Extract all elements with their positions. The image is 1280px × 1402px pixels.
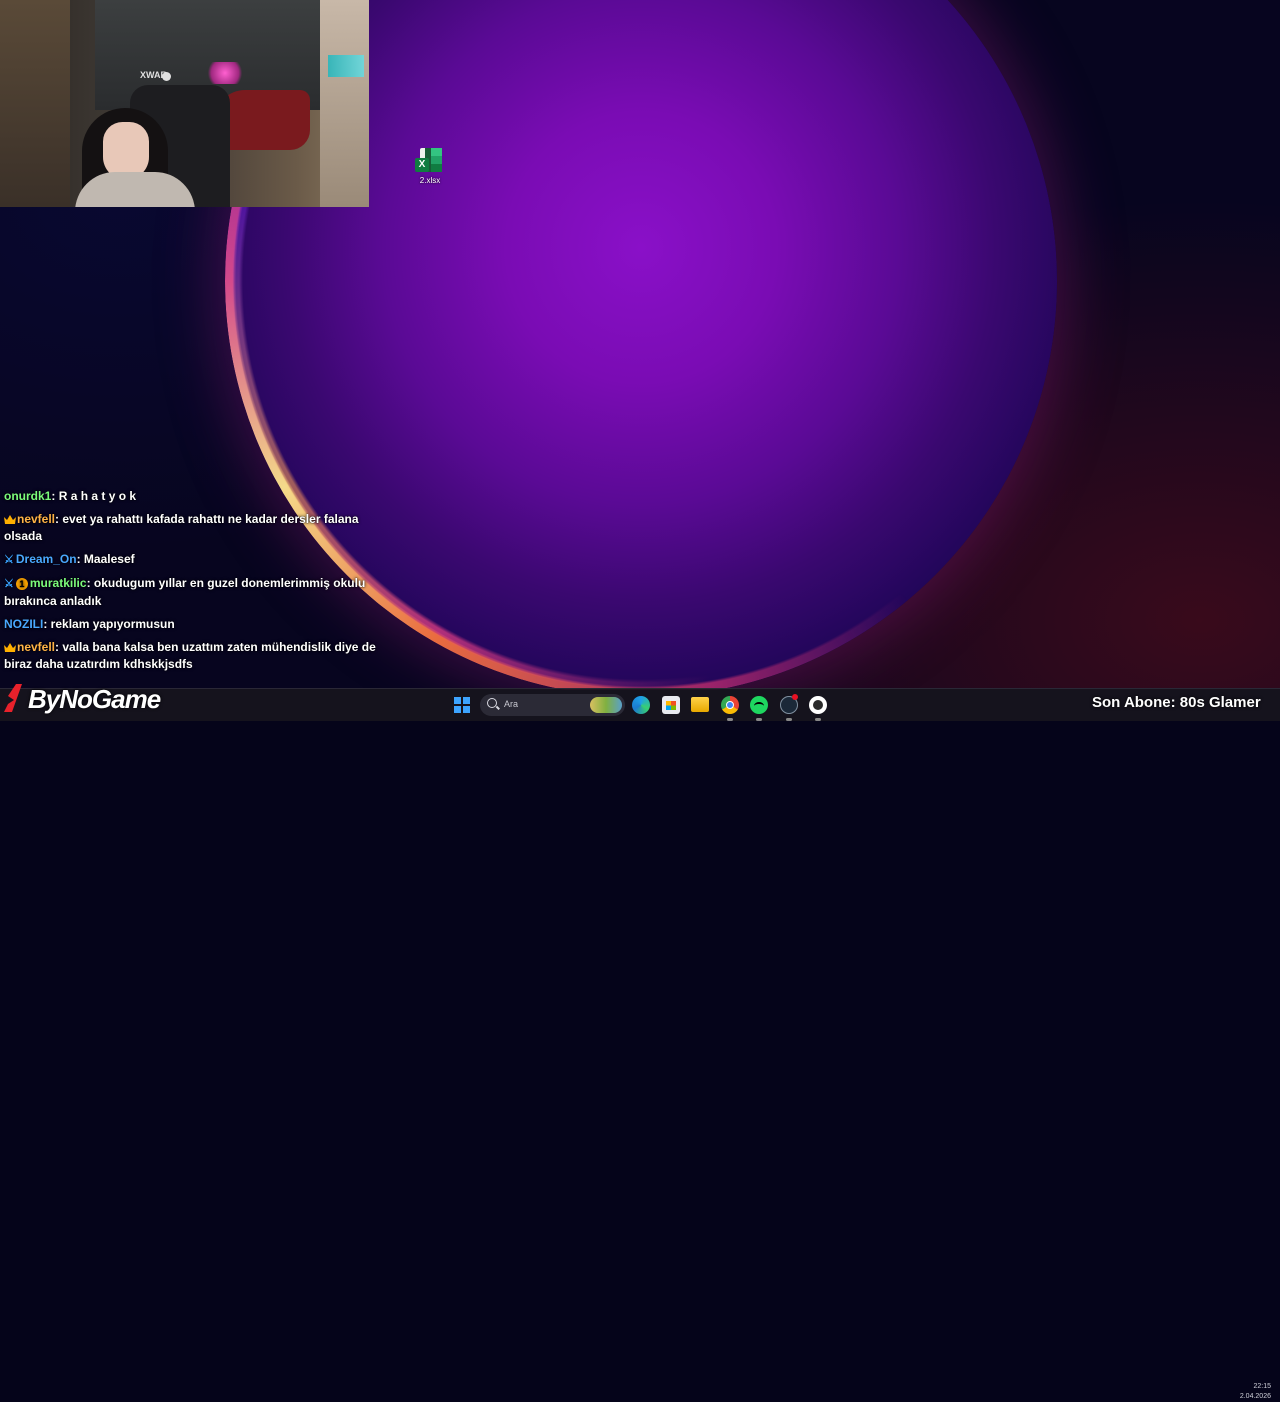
bynogame-logo-icon: [4, 684, 22, 712]
webcam-overlay: XWAR: [0, 0, 369, 207]
chat-message: nevfell: valla bana kalsa ben uzattım za…: [4, 640, 376, 671]
desktop-icon-xlsx[interactable]: X 2.xlsx: [410, 146, 450, 185]
chat-username: nevfell: [17, 512, 56, 526]
sword-badge-icon: ⚔: [4, 554, 14, 566]
chat-message: nevfell: evet ya rahattı kafada rahattı …: [4, 512, 359, 543]
stream-chat: onurdk1: R a h a t y o k nevfell: evet y…: [4, 488, 389, 679]
webcam-pink-lamp: [205, 62, 245, 84]
file-explorer-icon[interactable]: [691, 697, 709, 712]
taskbar-search-box[interactable]: Ara: [480, 694, 625, 716]
excel-file-icon: X: [415, 146, 445, 174]
obs-icon[interactable]: [809, 696, 827, 714]
spotify-icon[interactable]: [750, 696, 768, 714]
brand-name: ByNoGame: [28, 684, 161, 714]
taskbar: Ara 22:15 2.04.2026: [0, 688, 1280, 1400]
taskbar-clock[interactable]: 22:15 2.04.2026: [1233, 1382, 1271, 1402]
chat-message: NOZILI: reklam yapıyormusun: [4, 617, 175, 631]
chat-username: nevfell: [17, 640, 56, 654]
sword-badge-icon: ⚔: [4, 578, 14, 590]
search-placeholder: Ara: [504, 699, 519, 709]
chat-message: ⚔ 1 muratkilic: okudugum yıllar en guzel d…: [4, 576, 366, 608]
chat-username: onurdk1: [4, 489, 52, 503]
clock-time: 22:15: [1253, 1383, 1271, 1390]
start-icon[interactable]: [454, 697, 470, 713]
search-highlight-image: [590, 697, 622, 713]
tier-one-badge-icon: 1: [15, 578, 28, 590]
search-icon: [487, 698, 497, 708]
webcam-chair-logo-mark: [162, 72, 171, 81]
desktop-icon-label: 2.xlsx: [419, 176, 441, 185]
chat-username: NOZILI: [4, 617, 44, 631]
chat-message: ⚔ Dream_On: Maalesef: [4, 551, 389, 569]
clock-date: 2.04.2026: [1239, 1393, 1271, 1400]
store-icon[interactable]: [662, 696, 680, 714]
chat-text: reklam yapıyormusun: [50, 617, 175, 631]
crown-badge-icon: [4, 643, 16, 652]
chat-text: Maalesef: [83, 552, 135, 566]
chat-message: onurdk1: R a h a t y o k: [4, 489, 137, 503]
edge-icon[interactable]: [632, 696, 650, 714]
crown-badge-icon: [4, 515, 16, 524]
webcam-shelf: [320, 0, 369, 207]
last-subscriber-overlay: Son Abone: 80s Glamer: [1092, 694, 1261, 711]
chat-username: muratkilic: [29, 576, 87, 590]
webcam-monitor-light: [328, 55, 364, 77]
chat-text: R a h a t y o k: [58, 489, 137, 503]
chrome-icon[interactable]: [721, 696, 739, 714]
webcam-background-left: [0, 0, 70, 207]
steam-notification-dot: [792, 694, 798, 700]
chat-username: Dream_On: [15, 552, 77, 566]
